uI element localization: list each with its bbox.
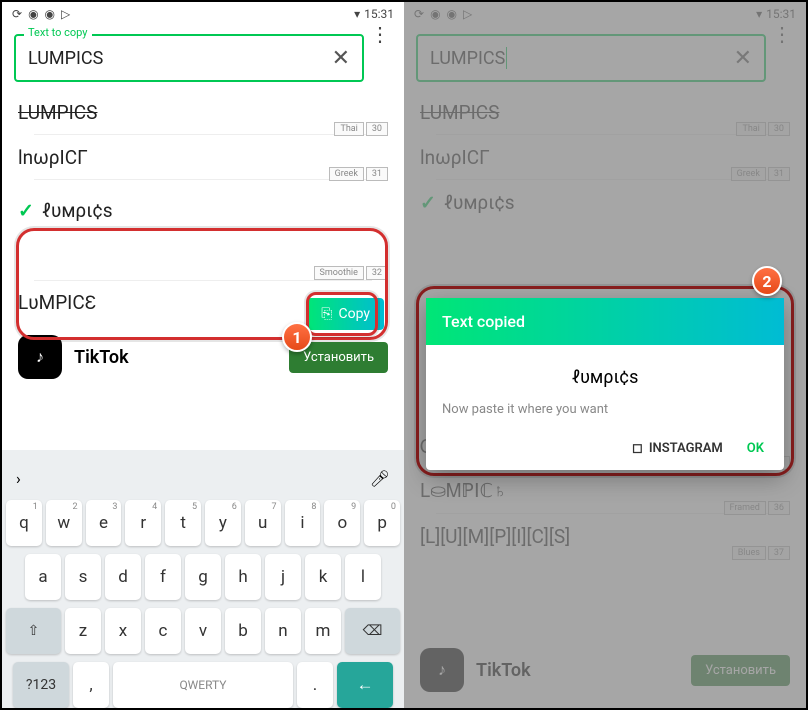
keyboard: › 🎤︎ q1 w2 e3 r4 t5 y6 u7 i8 o9 p0 a s d…: [2, 450, 404, 708]
result-row[interactable]: LUMPICS Thai30: [18, 90, 388, 134]
result-row[interactable]: lnωρICΓ Greek31: [18, 135, 388, 179]
dialog-title: Text copied: [426, 298, 784, 345]
input-label: Text to copy: [24, 26, 92, 39]
annotation-highlight: [306, 292, 378, 336]
key-backspace[interactable]: ⌫: [345, 608, 400, 654]
key-enter[interactable]: ←: [337, 662, 393, 708]
loop-icon: ⟳: [12, 7, 22, 21]
key-i[interactable]: i8: [285, 500, 321, 546]
key-o[interactable]: o9: [324, 500, 360, 546]
key-e[interactable]: e3: [86, 500, 122, 546]
key-period[interactable]: .: [297, 662, 333, 708]
play-icon: ▷: [61, 7, 70, 21]
menu-dots-icon[interactable]: ⋮: [370, 22, 390, 46]
copied-dialog: Text copied ℓυмρι¢s Now paste it where y…: [426, 298, 784, 470]
dialog-hint: Now paste it where you want: [442, 402, 768, 417]
result-text: lnωρICΓ: [18, 146, 88, 169]
key-r[interactable]: r4: [125, 500, 161, 546]
key-symbols[interactable]: ?123: [13, 662, 69, 708]
key-b[interactable]: b: [225, 608, 261, 654]
key-x[interactable]: x: [105, 608, 141, 654]
key-g[interactable]: g: [185, 554, 221, 600]
key-c[interactable]: c: [145, 608, 181, 654]
suggestion-bar: › 🎤︎: [6, 456, 400, 500]
clock: 15:31: [364, 7, 394, 21]
key-q[interactable]: q1: [6, 500, 42, 546]
key-a[interactable]: a: [25, 554, 61, 600]
viber-icon: ◉: [28, 7, 38, 21]
clear-icon[interactable]: ✕: [332, 46, 350, 71]
key-v[interactable]: v: [185, 608, 221, 654]
result-text: LUMPICS: [18, 101, 97, 124]
key-comma[interactable]: ,: [73, 662, 109, 708]
key-t[interactable]: t5: [165, 500, 201, 546]
key-f[interactable]: f: [145, 554, 181, 600]
key-shift[interactable]: ⇧: [6, 608, 61, 654]
expand-icon[interactable]: ›: [16, 469, 21, 488]
copied-text: ℓυмρι¢s: [442, 367, 768, 388]
ok-button[interactable]: OK: [747, 441, 764, 456]
key-l[interactable]: l: [345, 554, 381, 600]
key-w[interactable]: w2: [46, 500, 82, 546]
key-j[interactable]: j: [265, 554, 301, 600]
key-h[interactable]: h: [225, 554, 261, 600]
key-s[interactable]: s: [65, 554, 101, 600]
wifi-icon: ▾: [354, 7, 360, 21]
key-y[interactable]: y6: [205, 500, 241, 546]
mic-icon[interactable]: 🎤︎: [370, 469, 390, 488]
text-input[interactable]: LUMPICS ✕: [14, 34, 364, 82]
input-wrapper: Text to copy LUMPICS ✕: [14, 34, 364, 82]
instagram-button[interactable]: ◻INSTAGRAM: [632, 441, 723, 456]
key-z[interactable]: z: [65, 608, 101, 654]
key-u[interactable]: u7: [245, 500, 281, 546]
result-text: ℓυмρι¢s: [42, 199, 113, 222]
screen-left: ⟳ ◉ ◉ ▷ ▾ 15:31 Text to copy LUMPICS ✕ ⋮…: [2, 2, 404, 708]
tiktok-logo-icon: ♪: [18, 335, 62, 379]
key-d[interactable]: d: [105, 554, 141, 600]
input-value: LUMPICS: [28, 48, 332, 69]
viber-icon-2: ◉: [45, 7, 55, 21]
check-icon: ✓: [18, 199, 34, 222]
key-p[interactable]: p0: [364, 500, 400, 546]
screen-right: ⟳ ◉ ◉ ▷ ▾ 15:31 LUMPICS ✕ ⋮ LUMPICSThai3…: [404, 2, 806, 708]
tiktok-name: TikTok: [74, 347, 277, 368]
key-n[interactable]: n: [265, 608, 301, 654]
annotation-badge: 1: [282, 322, 312, 352]
instagram-icon: ◻: [632, 441, 643, 456]
key-m[interactable]: m: [305, 608, 341, 654]
key-k[interactable]: k: [305, 554, 341, 600]
status-bar: ⟳ ◉ ◉ ▷ ▾ 15:31: [2, 2, 404, 26]
key-space[interactable]: QWERTY: [113, 662, 293, 708]
annotation-badge: 2: [752, 266, 782, 296]
